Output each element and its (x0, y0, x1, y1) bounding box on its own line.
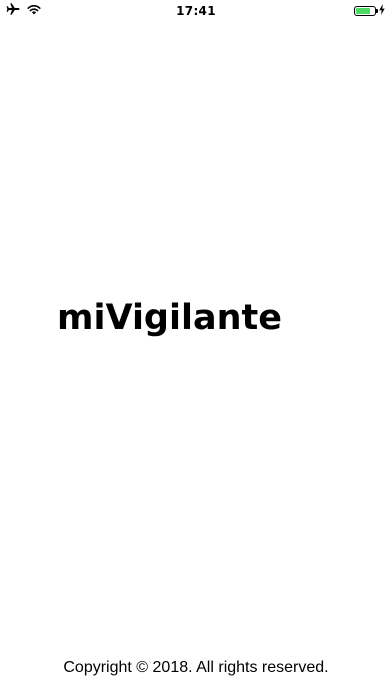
charging-bolt-icon (379, 2, 385, 20)
battery-level (356, 8, 371, 14)
battery-icon (354, 6, 378, 16)
status-bar: 17:41 (0, 0, 392, 22)
app-title: miVigilante (57, 298, 282, 338)
status-time: 17:41 (176, 4, 216, 18)
copyright-notice: Copyright © 2018. All rights reserved. (63, 659, 329, 676)
battery-terminal (376, 9, 378, 13)
status-right-group (354, 4, 385, 18)
